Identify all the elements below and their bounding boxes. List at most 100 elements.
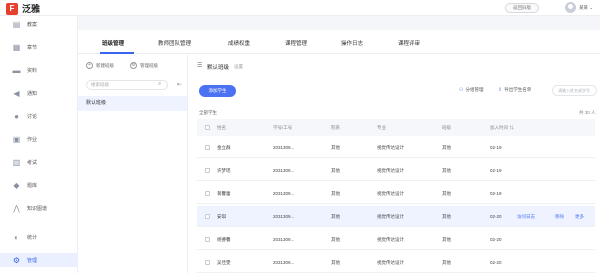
row-checkbox[interactable] [205,214,210,219]
table-row[interactable]: 蒋馨蕾 2031309... 其他 视觉传达设计 其他 02-19 [197,183,595,204]
graph-icon: ⋀ [13,203,20,213]
homework-icon: ▣ [12,134,21,144]
sidebar-item-stats[interactable]: ◐ 统计 [0,230,78,244]
row-checkbox[interactable] [205,260,210,265]
sidebar-item-label: 教案 [27,21,38,28]
sidebar: ▤ 教案 ▦ 章节 ▬ 资料 ◀ 通知 ● 讨论 ▣ 作业 ▥ 考试 ◆ 题库 ⋀ 知识图谱 ◐ 统计 ⚙ 管理 [0,16,78,273]
sidebar-item-manage[interactable]: ⚙ 管理 [0,253,78,267]
upload-icon: ⇪ [498,87,503,93]
row-op-0[interactable]: 访问日志 [517,214,535,220]
row-op-1[interactable]: 移除 [555,214,564,220]
sidebar-item-label: 考试 [27,159,38,166]
cell-name: 许梦瑶 [217,168,231,173]
cell-name: 蒋馨蕾 [217,191,231,196]
cell-class: 其他 [442,260,451,265]
manage-class-button[interactable]: ⚙ 管理班级 [130,62,158,69]
cell-name: 杨婆馨 [217,237,231,242]
gear-icon: ⚙ [12,255,21,265]
class-settings-link[interactable]: 设置 [234,64,243,70]
sidebar-item-label: 资料 [27,67,38,74]
cell-dept: 其他 [331,214,340,219]
class-content: ☰ 默认班级 设置 添加学生 ⚇ 分组管理 ⇪ 导出学生名单 请输入姓名或学号 … [189,55,600,273]
gear-circle-icon: ⚙ [130,62,137,69]
group-management-button[interactable]: ⚇ 分组管理 [459,87,483,93]
row-checkbox[interactable] [205,191,210,196]
cell-dept: 其他 [331,168,340,173]
tab-4[interactable]: 操作日志 [341,39,363,47]
row-checkbox[interactable] [205,145,210,150]
row-op-2[interactable]: 更多 [575,214,584,220]
sidebar-item-material[interactable]: ▬ 资料 [0,63,78,77]
cell-date: 02-20 [490,260,502,265]
tab-bar: 班级管理 教师团队管理 成绩权重 课程管理 操作日志 课程评审 [78,30,600,54]
new-class-button[interactable]: + 新建班级 [86,62,114,69]
tab-0[interactable]: 班级管理 [102,39,124,47]
cell-class: 其他 [442,214,451,219]
tab-2[interactable]: 成绩权重 [228,39,250,47]
plus-circle-icon: + [86,62,93,69]
back-to-old-version-button[interactable]: 返回旧版 [505,3,539,13]
group-management-label: 分组管理 [465,87,484,92]
tab-1[interactable]: 教师团队管理 [158,39,191,47]
stack-icon: ◆ [13,180,20,190]
row-checkbox[interactable] [205,168,210,173]
cell-id: 2031309... [273,191,295,196]
folder-icon: ▬ [12,65,21,75]
cell-id: 2031309... [273,145,295,150]
cell-class: 其他 [442,191,451,196]
search-icon[interactable]: ⌕ [158,81,161,88]
table-row[interactable]: 安琪 2031309... 其他 视觉传达设计 其他 02-20 访问日志 移除 更多 [197,206,595,227]
group-icon: ⚇ [459,87,464,93]
cell-dept: 其他 [331,237,340,242]
student-search-input[interactable]: 请输入姓名或学号 [552,85,597,96]
doc-icon: ▤ [12,19,21,29]
table-row[interactable]: 吴佳雯 2031309... 其他 视觉传达设计 其他 02-20 [197,252,595,273]
cell-dept: 其他 [331,145,340,150]
cell-major: 视觉传达设计 [377,260,404,265]
cell-id: 2031309... [273,168,295,173]
cell-major: 视觉传达设计 [377,237,404,242]
sidebar-item-course[interactable]: ▤ 教案 [0,17,78,31]
column-header: 学号/工号 [273,125,293,130]
chat-icon: ● [14,111,19,121]
cell-id: 2031309... [273,237,295,242]
sidebar-item-exam[interactable]: ▥ 考试 [0,155,78,169]
cell-date: 02-19 [490,191,502,196]
export-student-list-button[interactable]: ⇪ 导出学生名单 [498,87,531,93]
sidebar-item-homework[interactable]: ▣ 作业 [0,132,78,146]
sidebar-item-label: 章节 [27,44,38,51]
sidebar-item-label: 统计 [27,234,38,241]
table-row[interactable]: 许梦瑶 2031309... 其他 视觉传达设计 其他 02-19 [197,160,595,181]
cell-dept: 其他 [331,260,340,265]
cell-id: 2031309... [273,214,295,219]
select-all-checkbox[interactable] [205,125,210,130]
app-logo[interactable]: F 泛雅 [6,2,40,15]
table-row[interactable]: 杨婆馨 2031309... 其他 视觉传达设计 其他 02-20 [197,229,595,250]
sidebar-item-graph[interactable]: ⋀ 知识图谱 [0,201,78,215]
class-list-item[interactable]: 默认班级 [78,96,187,111]
column-header: 班级 [442,125,451,130]
cell-name: 吴佳雯 [217,260,231,265]
column-header[interactable]: 加入时间 ⇅ [490,125,514,131]
sidebar-item-discuss[interactable]: ● 讨论 [0,109,78,123]
tab-3[interactable]: 课程管理 [285,39,307,47]
sidebar-item-label: 管理 [27,257,38,264]
active-tab-indicator [100,52,134,54]
list-icon: ☰ [197,63,203,69]
tab-5[interactable]: 课程评审 [398,39,420,47]
sidebar-item-bank[interactable]: ◆ 题库 [0,178,78,192]
cell-major: 视觉传达设计 [377,145,404,150]
add-student-button[interactable]: 添加学生 [199,85,236,97]
row-checkbox[interactable] [205,237,210,242]
class-search-input[interactable]: 搜索班级 [86,80,168,90]
avatar[interactable] [565,2,576,13]
cell-major: 视觉传达设计 [377,214,404,219]
table-row[interactable]: 金立群 2031309... 其他 视觉传达设计 其他 02-19 [197,137,595,158]
sidebar-item-notice[interactable]: ◀ 通知 [0,86,78,100]
collapse-icon[interactable]: ⇤ [177,81,182,88]
sidebar-item-label: 题库 [27,182,38,189]
sidebar-item-chapter[interactable]: ▦ 章节 [0,40,78,54]
username[interactable]: 某某 ⌄ [579,5,593,11]
export-student-list-label: 导出学生名单 [504,87,532,92]
cell-dept: 其他 [331,191,340,196]
